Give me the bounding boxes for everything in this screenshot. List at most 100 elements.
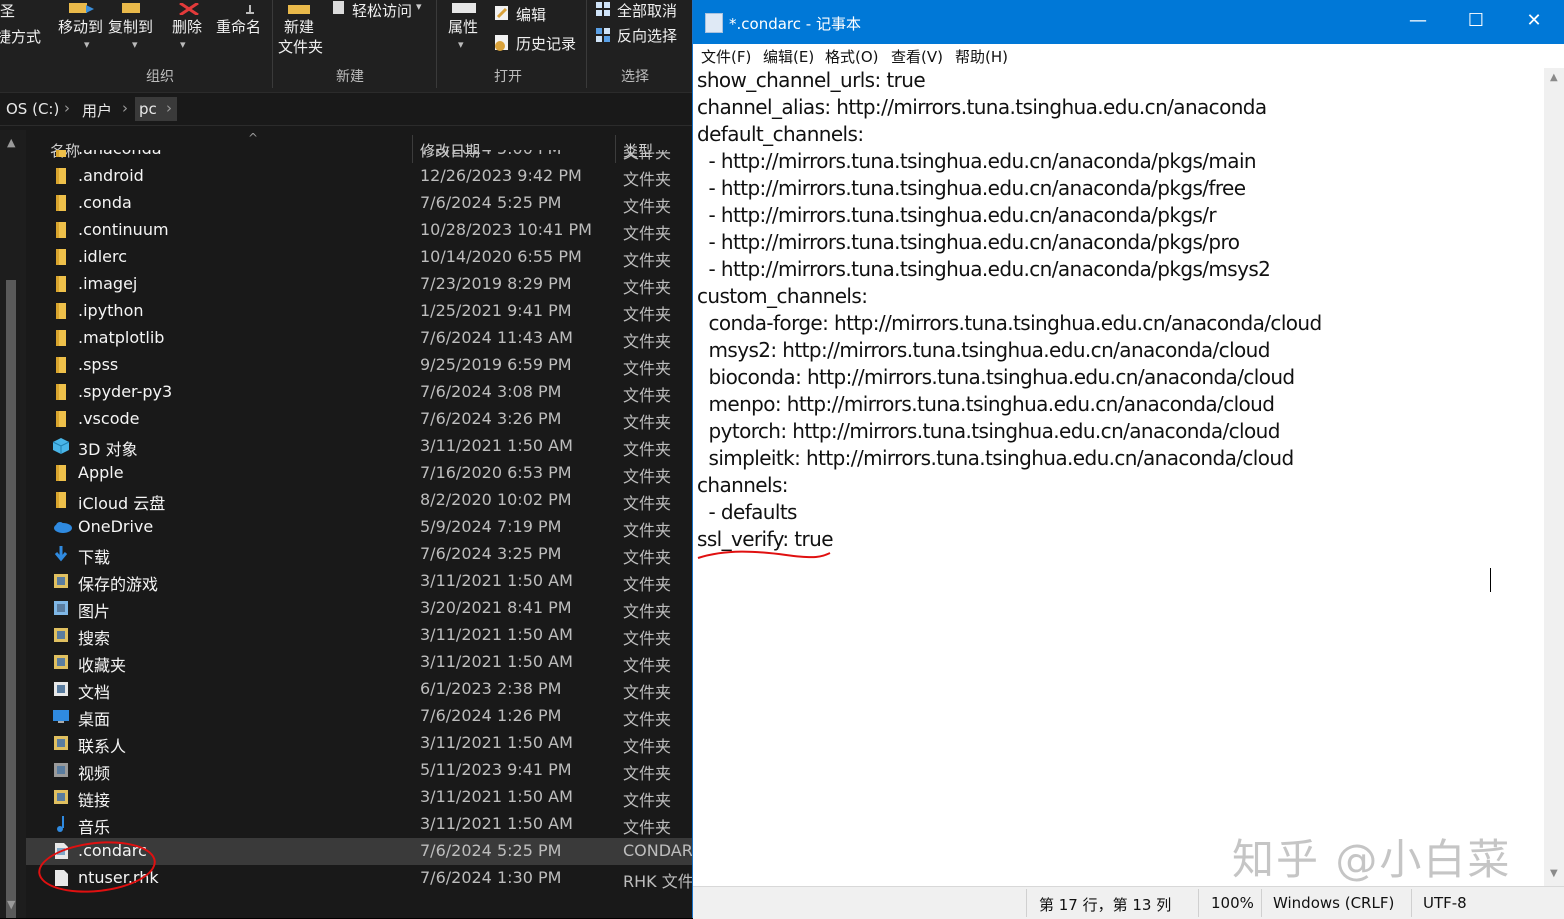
breadcrumb-drive[interactable]: OS (C:) (6, 100, 59, 118)
file-row[interactable]: .conda 7/6/2024 5:25 PM 文件夹 (26, 190, 692, 217)
history-icon (494, 34, 510, 52)
delete-button[interactable]: 删除 (172, 16, 202, 37)
file-name: 收藏夹 (78, 656, 127, 675)
edit-button[interactable]: 编辑 (516, 4, 546, 25)
notepad-title-bar[interactable]: *.condarc - 记事本 — ☐ ✕ (693, 0, 1564, 44)
menu-help[interactable]: 帮助(H) (955, 46, 1008, 67)
file-row[interactable]: iCloud 云盘 8/2/2020 10:02 PM 文件夹 (26, 487, 692, 514)
file-row[interactable]: 视频 5/11/2023 9:41 PM 文件夹 (26, 757, 692, 784)
menu-view[interactable]: 查看(V) (891, 46, 943, 67)
file-row[interactable]: 文档 6/1/2023 2:38 PM 文件夹 (26, 676, 692, 703)
file-date: 7/6/2024 3:25 PM (420, 544, 562, 563)
explorer-ribbon: 圣 捷方式 移动到 复制到 ▾ ▾ 删除 ▾ 重命名 新建 文件夹 轻松访问 ▾… (0, 0, 692, 93)
properties-button[interactable]: 属性 (448, 16, 478, 37)
copy-to-dropdown-icon[interactable]: ▾ (132, 38, 138, 51)
scroll-down-icon[interactable]: ▼ (7, 898, 15, 911)
ribbon-separator (272, 0, 273, 88)
file-row[interactable]: .vscode 7/6/2024 3:26 PM 文件夹 (26, 406, 692, 433)
select-none-button[interactable]: 全部取消 (617, 0, 677, 21)
file-row[interactable]: Apple 7/16/2020 6:53 PM 文件夹 (26, 460, 692, 487)
file-row[interactable]: 桌面 7/6/2024 1:26 PM 文件夹 (26, 703, 692, 730)
file-type: 文件夹 (623, 602, 672, 621)
file-type: 文件夹 (623, 818, 672, 837)
file-type: 文件夹 (623, 251, 672, 270)
file-name: OneDrive (78, 517, 154, 536)
cloud-icon (52, 518, 72, 536)
file-row[interactable]: 音乐 3/11/2021 1:50 AM 文件夹 (26, 811, 692, 838)
notepad-text-area[interactable]: show_channel_urls: true channel_alias: ht… (693, 68, 1543, 886)
easy-access-button[interactable]: 轻松访问 (352, 0, 412, 21)
file-date: 3/11/2021 1:50 AM (420, 652, 573, 671)
copy-to-icon (118, 0, 146, 13)
file-row[interactable]: .spss 9/25/2019 6:59 PM 文件夹 (26, 352, 692, 379)
file-list: .anaconda 7/6/2024 5:00 PM 文件夹 .android 12/2… (26, 150, 692, 918)
file-type: 文件夹 (623, 197, 672, 216)
file-row[interactable]: 收藏夹 3/11/2021 1:50 AM 文件夹 (26, 649, 692, 676)
text-line: custom_channels: (697, 284, 868, 308)
folder-icon (52, 356, 70, 374)
file-date: 3/11/2021 1:50 AM (420, 814, 573, 833)
scroll-down-icon[interactable]: ▼ (1550, 868, 1558, 879)
history-button[interactable]: 历史记录 (516, 33, 576, 54)
chevron-right-icon[interactable]: › (64, 99, 70, 117)
file-name: .continuum (78, 220, 169, 239)
nav-scrollbar-thumb[interactable] (6, 280, 16, 918)
copy-to-button[interactable]: 复制到 (108, 16, 153, 37)
scroll-up-icon[interactable]: ▲ (1550, 72, 1558, 83)
file-type: CONDARC (623, 841, 692, 860)
delete-dropdown-icon[interactable]: ▾ (180, 38, 186, 51)
address-bar[interactable]: OS (C:) › 用户 › pc › (0, 95, 692, 126)
file-row[interactable]: .imagej 7/23/2019 8:29 PM 文件夹 (26, 271, 692, 298)
file-row[interactable]: .spyder-py3 7/6/2024 3:08 PM 文件夹 (26, 379, 692, 406)
chevron-right-icon[interactable]: › (122, 99, 128, 117)
file-name: 3D 对象 (78, 440, 138, 459)
rename-icon (240, 0, 260, 14)
file-row[interactable]: .matplotlib 7/6/2024 11:43 AM 文件夹 (26, 325, 692, 352)
file-row[interactable]: 搜索 3/11/2021 1:50 AM 文件夹 (26, 622, 692, 649)
file-date: 8/2/2020 10:02 PM (420, 490, 572, 509)
easy-access-dropdown-icon[interactable]: ▾ (416, 0, 422, 13)
file-row[interactable]: 保存的游戏 3/11/2021 1:50 AM 文件夹 (26, 568, 692, 595)
file-row[interactable]: .ipython 1/25/2021 9:41 PM 文件夹 (26, 298, 692, 325)
scroll-up-icon[interactable]: ▲ (7, 136, 15, 149)
file-row[interactable]: 链接 3/11/2021 1:50 AM 文件夹 (26, 784, 692, 811)
file-date: 5/11/2023 9:41 PM (420, 760, 572, 779)
menu-format[interactable]: 格式(O) (825, 46, 879, 67)
properties-dropdown-icon[interactable]: ▾ (458, 38, 464, 51)
file-row[interactable]: 图片 3/20/2021 8:41 PM 文件夹 (26, 595, 692, 622)
file-date: 7/23/2019 8:29 PM (420, 274, 572, 293)
file-row[interactable]: .idlerc 10/14/2020 6:55 PM 文件夹 (26, 244, 692, 271)
new-folder-button-line2[interactable]: 文件夹 (278, 36, 323, 57)
file-type: 文件夹 (623, 737, 672, 756)
notepad-vertical-scrollbar[interactable]: ▲ ▼ (1544, 68, 1564, 886)
file-row[interactable]: 下载 7/6/2024 3:25 PM 文件夹 (26, 541, 692, 568)
rename-button[interactable]: 重命名 (216, 16, 261, 37)
text-line: msys2: http://mirrors.tuna.tsinghua.edu.… (697, 338, 1271, 362)
new-folder-button-line1[interactable]: 新建 (284, 16, 314, 37)
move-to-dropdown-icon[interactable]: ▾ (84, 38, 90, 51)
text-line: pytorch: http://mirrors.tuna.tsinghua.ed… (697, 419, 1281, 443)
close-icon[interactable]: ✕ (1511, 10, 1557, 36)
file-row[interactable]: .anaconda 7/6/2024 5:00 PM 文件夹 (26, 150, 692, 163)
file-row[interactable]: 3D 对象 3/11/2021 1:50 AM 文件夹 (26, 433, 692, 460)
maximize-icon[interactable]: ☐ (1453, 10, 1499, 36)
ribbon-group-select: 选择 (621, 69, 649, 85)
file-row[interactable]: .continuum 10/28/2023 10:41 PM 文件夹 (26, 217, 692, 244)
minimize-icon[interactable]: — (1395, 10, 1441, 36)
file-type: 文件夹 (623, 278, 672, 297)
breadcrumb-current[interactable]: pc (139, 100, 157, 118)
file-date: 7/6/2024 5:25 PM (420, 841, 562, 860)
file-row[interactable]: OneDrive 5/9/2024 7:19 PM 文件夹 (26, 514, 692, 541)
file-name: 链接 (78, 791, 111, 810)
folder-icon (52, 302, 70, 320)
chevron-right-icon[interactable]: › (166, 99, 172, 117)
menu-edit[interactable]: 编辑(E) (763, 46, 814, 67)
move-to-button[interactable]: 移动到 (58, 16, 103, 37)
breadcrumb-users[interactable]: 用户 (82, 100, 112, 121)
file-row[interactable]: .android 12/26/2023 9:42 PM 文件夹 (26, 163, 692, 190)
invert-selection-button[interactable]: 反向选择 (617, 25, 677, 46)
menu-file[interactable]: 文件(F) (701, 46, 751, 67)
ribbon-create-shortcut-label[interactable]: 捷方式 (0, 26, 41, 47)
file-row[interactable]: 联系人 3/11/2021 1:50 AM 文件夹 (26, 730, 692, 757)
file-type: 文件夹 (623, 575, 672, 594)
